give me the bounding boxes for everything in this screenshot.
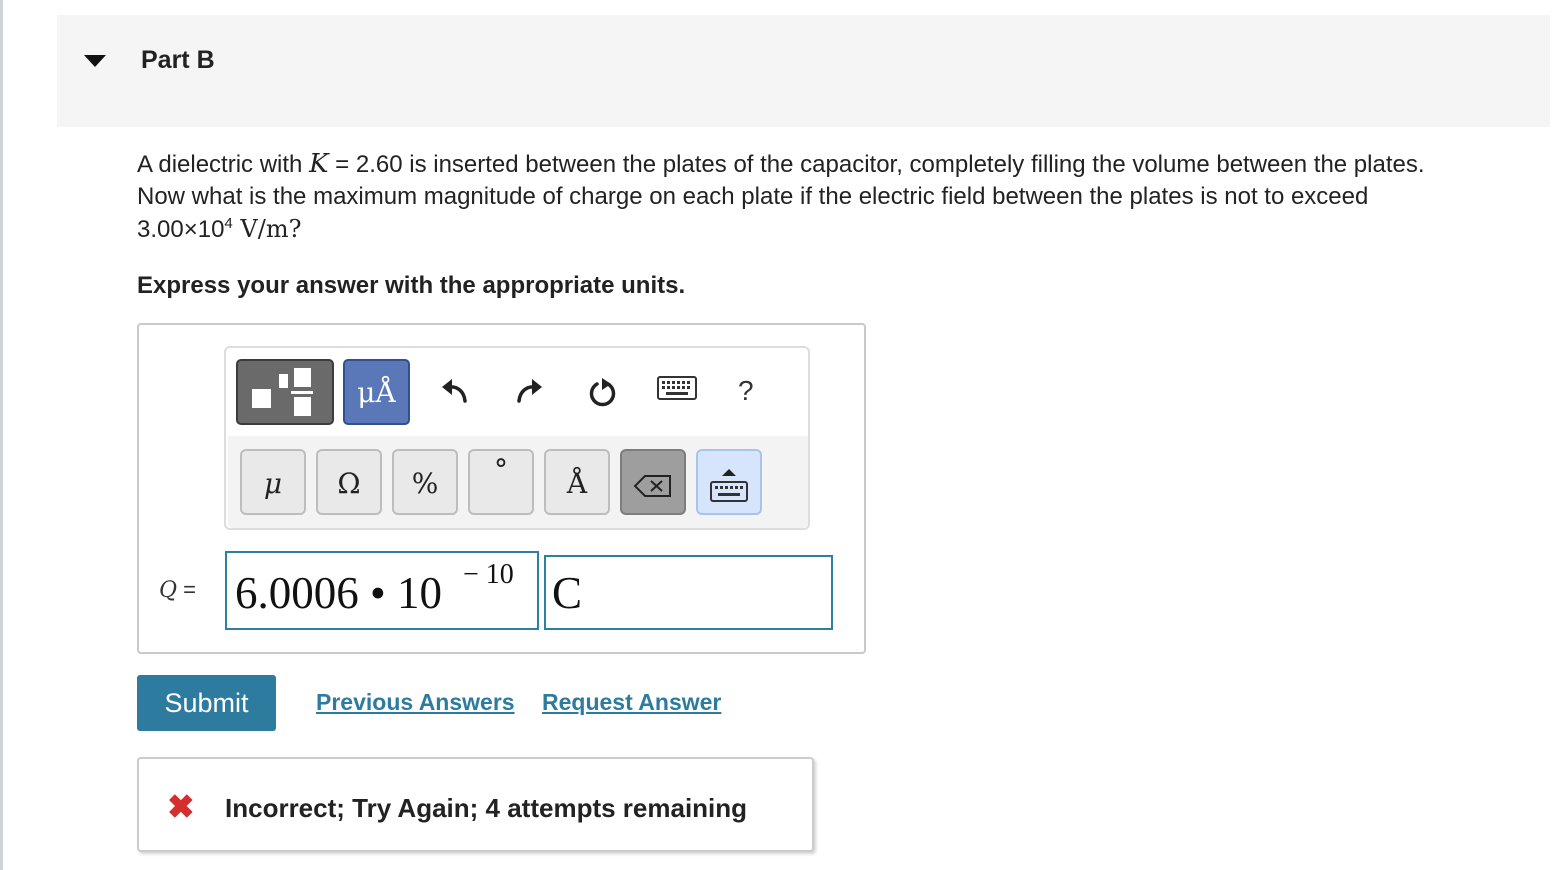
backspace-icon (633, 474, 671, 497)
feedback-message: Incorrect; Try Again; 4 attempts remaini… (225, 793, 748, 823)
feedback-box: ✖ Incorrect; Try Again; 4 attempts remai… (137, 757, 814, 852)
key-angstrom[interactable]: Å (544, 449, 610, 515)
key-degree[interactable]: ° (468, 449, 534, 515)
help-button[interactable]: ? (738, 375, 754, 407)
question-line2: Now what is the maximum magnitude of cha… (137, 183, 1369, 210)
unit-input[interactable]: C (544, 555, 833, 630)
redo-icon[interactable] (513, 376, 547, 410)
part-title: Part B (141, 46, 215, 74)
question-text: A dielectric with K = 2.60 is inserted b… (137, 148, 1557, 246)
key-percent[interactable]: % (392, 449, 458, 515)
key-mu[interactable]: μ (240, 449, 306, 515)
field-limit-unit: V/m? (232, 215, 302, 243)
templates-button[interactable] (236, 359, 334, 425)
value-input[interactable]: 6.0006 • 10 − 10 (225, 551, 539, 630)
key-omega[interactable]: Ω (316, 449, 382, 515)
collapse-caret-icon[interactable] (84, 55, 106, 67)
page-left-border (0, 0, 3, 870)
question-line1-prefix: A dielectric with (137, 151, 310, 178)
reset-icon[interactable] (586, 376, 620, 410)
unit-value: C (552, 568, 583, 618)
request-answer-link[interactable]: Request Answer (542, 689, 721, 716)
keyboard-icon[interactable] (657, 376, 697, 410)
backspace-key[interactable] (620, 449, 686, 515)
templates-icon (252, 389, 271, 408)
submit-button[interactable]: Submit (137, 675, 276, 731)
part-header[interactable] (57, 15, 1550, 127)
value-exponent: − 10 (463, 559, 514, 590)
answer-variable-label: Q = (159, 577, 197, 603)
keyboard-toggle-key[interactable] (696, 449, 762, 515)
keyboard-toggle-icon (710, 468, 748, 502)
previous-answers-link[interactable]: Previous Answers (316, 689, 515, 716)
incorrect-icon: ✖ (167, 788, 195, 825)
answer-instruction: Express your answer with the appropriate… (137, 272, 686, 299)
units-button[interactable]: μÅ (343, 359, 410, 425)
field-limit-exponent: 4 (224, 215, 233, 232)
field-limit-base: 3.00×10 (137, 216, 225, 243)
undo-icon[interactable] (437, 376, 471, 410)
value-mantissa: 6.0006 • 10 (235, 568, 443, 618)
dielectric-constant-symbol: K (309, 149, 329, 179)
question-line1-suffix: = 2.60 is inserted between the plates of… (328, 151, 1425, 178)
